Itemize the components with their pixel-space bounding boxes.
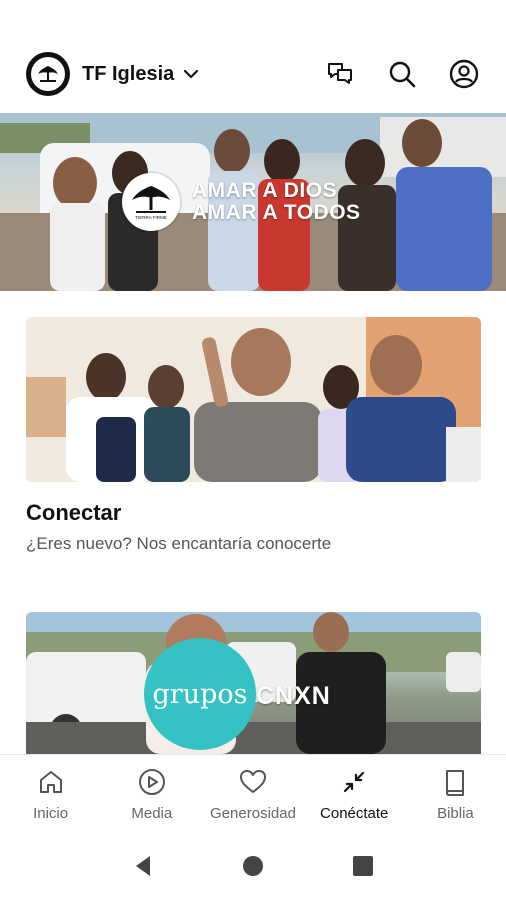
church-logo[interactable] xyxy=(26,52,70,96)
tab-biblia[interactable]: Biblia xyxy=(405,755,506,832)
home-circle-icon[interactable] xyxy=(233,846,273,886)
header-actions xyxy=(320,54,484,94)
hero-logo-text: TIERRA FIRME xyxy=(135,215,167,220)
tab-generosidad[interactable]: Generosidad xyxy=(202,755,303,832)
bottom-tab-bar: Inicio Media Generosidad Conéctate Bibli… xyxy=(0,754,506,832)
hero-banner[interactable]: TIERRA FIRME AMAR A DIOS AMAR A TODOS xyxy=(0,113,506,291)
hero-logo-badge: TIERRA FIRME xyxy=(122,173,180,231)
org-name[interactable]: TF Iglesia xyxy=(82,63,174,86)
grupos-logo-circle: grupos xyxy=(144,638,256,750)
tab-inicio-label: Inicio xyxy=(33,805,69,822)
tab-media[interactable]: Media xyxy=(101,755,202,832)
hero-line-1: AMAR A DIOS xyxy=(192,179,338,202)
tab-conectate-label: Conéctate xyxy=(320,805,389,822)
card-conectar-image xyxy=(26,317,481,482)
card-conectar-subtitle: ¿Eres nuevo? Nos encantaría conocerte xyxy=(26,534,332,553)
recents-icon[interactable] xyxy=(343,846,383,886)
account-icon[interactable] xyxy=(444,54,484,94)
book-icon xyxy=(440,767,470,797)
tree-logo-icon: TIERRA FIRME xyxy=(132,186,170,220)
chevron-down-icon[interactable] xyxy=(182,65,200,83)
hero-line-2: AMAR A TODOS xyxy=(192,201,361,224)
card-conectar-title: Conectar xyxy=(26,500,122,525)
app-root: TF Iglesia TIERRA FIRME AMAR A DIOS AMAR… xyxy=(0,0,506,900)
play-icon xyxy=(137,767,167,797)
card-grupos-image: grupos CNXN xyxy=(26,612,481,754)
logo-icon xyxy=(31,57,65,91)
tab-generosidad-label: Generosidad xyxy=(210,805,296,822)
tab-inicio[interactable]: Inicio xyxy=(0,755,101,832)
chat-icon[interactable] xyxy=(320,54,360,94)
card-conectar-photo xyxy=(26,317,481,482)
hero-overlay: TIERRA FIRME AMAR A DIOS AMAR A TODOS xyxy=(122,173,361,231)
tab-conectate[interactable]: Conéctate xyxy=(304,755,405,832)
card-conectar[interactable]: Conectar ¿Eres nuevo? Nos encantaría con… xyxy=(26,317,481,554)
tab-biblia-label: Biblia xyxy=(437,805,474,822)
grupos-text: grupos xyxy=(152,678,248,710)
system-nav-bar xyxy=(0,832,506,900)
back-icon[interactable] xyxy=(123,846,163,886)
search-icon[interactable] xyxy=(382,54,422,94)
home-icon xyxy=(36,767,66,797)
heart-icon xyxy=(238,767,268,797)
card-grupos[interactable]: grupos CNXN xyxy=(26,612,481,754)
connect-icon xyxy=(339,767,369,797)
app-header: TF Iglesia xyxy=(0,46,506,102)
hero-headline: AMAR A DIOS AMAR A TODOS xyxy=(192,180,361,224)
tab-media-label: Media xyxy=(131,805,173,822)
cnxn-text: CNXN xyxy=(256,682,331,710)
